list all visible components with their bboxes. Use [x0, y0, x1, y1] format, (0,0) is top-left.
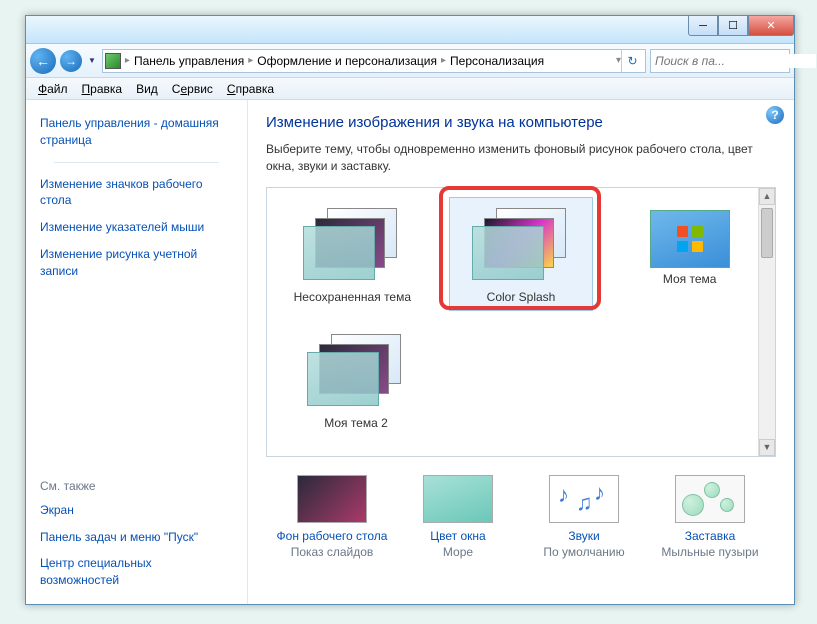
navigation-toolbar: ← → ▼ ▸ Панель управления ▸ Оформление и…: [26, 44, 794, 78]
scrollbar[interactable]: ▲ ▼: [758, 188, 775, 456]
desktop-background-thumb: [297, 475, 367, 523]
breadcrumb-item[interactable]: Панель управления: [130, 54, 248, 68]
link-label: Заставка: [652, 529, 768, 543]
theme-thumbnail: [650, 210, 730, 268]
titlebar[interactable]: ─ ☐ ✕: [26, 16, 794, 44]
theme-label: Несохраненная тема: [281, 286, 424, 310]
music-note-icon: ♫: [576, 490, 593, 516]
window-controls: ─ ☐ ✕: [688, 16, 794, 36]
theme-label: Моя тема 2: [281, 412, 431, 436]
link-value: По умолчанию: [526, 545, 642, 559]
theme-label: Color Splash: [450, 286, 593, 310]
link-value: Мыльные пузыри: [652, 545, 768, 559]
music-note-icon: ♪: [558, 482, 569, 508]
window-color-link[interactable]: Цвет окна Море: [400, 475, 516, 559]
theme-item-my-theme-2[interactable]: Моя тема 2: [281, 324, 431, 436]
screensaver-link[interactable]: Заставка Мыльные пузыри: [652, 475, 768, 559]
menu-edit[interactable]: Правка: [76, 80, 129, 98]
sidebar: Панель управления - домашняя страница Из…: [26, 100, 248, 604]
theme-label: Моя тема: [618, 268, 761, 292]
sidebar-link-taskbar[interactable]: Панель задач и меню "Пуск": [40, 524, 233, 551]
sidebar-link-desktop-icons[interactable]: Изменение значков рабочего стола: [40, 171, 233, 215]
minimize-button[interactable]: ─: [688, 16, 718, 36]
main-content: ? Изменение изображения и звука на компь…: [248, 100, 794, 604]
search-input[interactable]: [651, 54, 816, 68]
windows-logo-icon: [677, 226, 703, 252]
window-color-thumb: [423, 475, 493, 523]
link-value: Показ слайдов: [274, 545, 390, 559]
sidebar-link-mouse-pointers[interactable]: Изменение указателей мыши: [40, 214, 233, 241]
menu-file[interactable]: Файл: [32, 80, 74, 98]
personalization-window: ─ ☐ ✕ ← → ▼ ▸ Панель управления ▸ Оформл…: [25, 15, 795, 605]
scroll-thumb[interactable]: [761, 208, 773, 258]
sidebar-link-ease-of-access[interactable]: Центр специальных возможностей: [40, 550, 233, 594]
menu-tools[interactable]: Сервис: [166, 80, 219, 98]
theme-item-my-theme[interactable]: Моя тема: [618, 198, 761, 310]
menu-view[interactable]: Вид: [130, 80, 164, 98]
sidebar-link-display[interactable]: Экран: [40, 497, 233, 524]
menubar: Файл Правка Вид Сервис Справка: [26, 78, 794, 100]
maximize-button[interactable]: ☐: [718, 16, 748, 36]
control-panel-icon: [105, 53, 121, 69]
close-button[interactable]: ✕: [748, 16, 794, 36]
link-value: Море: [400, 545, 516, 559]
sounds-thumb: ♪ ♫ ♪: [549, 475, 619, 523]
theme-properties: Фон рабочего стола Показ слайдов Цвет ок…: [266, 457, 776, 559]
help-icon[interactable]: ?: [766, 106, 784, 124]
menu-help[interactable]: Справка: [221, 80, 280, 98]
music-note-icon: ♪: [594, 480, 605, 506]
sidebar-home-link[interactable]: Панель управления - домашняя страница: [40, 110, 233, 154]
breadcrumb-item[interactable]: Оформление и персонализация: [253, 54, 441, 68]
page-description: Выберите тему, чтобы одновременно измени…: [266, 141, 776, 175]
address-bar[interactable]: ▸ Панель управления ▸ Оформление и персо…: [102, 49, 646, 73]
link-label: Звуки: [526, 529, 642, 543]
forward-button[interactable]: →: [60, 50, 82, 72]
theme-thumbnail: [301, 330, 411, 408]
link-label: Цвет окна: [400, 529, 516, 543]
theme-thumbnail: [466, 204, 576, 282]
themes-list: Несохраненная тема Color Splash: [266, 187, 776, 457]
screensaver-thumb: [675, 475, 745, 523]
desktop-background-link[interactable]: Фон рабочего стола Показ слайдов: [274, 475, 390, 559]
see-also-heading: См. также: [40, 475, 233, 497]
scroll-up-button[interactable]: ▲: [759, 188, 775, 205]
history-dropdown[interactable]: ▼: [86, 54, 98, 67]
page-title: Изменение изображения и звука на компьют…: [266, 114, 776, 131]
breadcrumb-item[interactable]: Персонализация: [446, 54, 548, 68]
link-label: Фон рабочего стола: [274, 529, 390, 543]
search-box[interactable]: 🔍: [650, 49, 790, 73]
sounds-link[interactable]: ♪ ♫ ♪ Звуки По умолчанию: [526, 475, 642, 559]
window-body: Панель управления - домашняя страница Из…: [26, 100, 794, 604]
sidebar-link-account-picture[interactable]: Изменение рисунка учетной записи: [40, 241, 233, 285]
refresh-button[interactable]: ↻: [621, 50, 643, 72]
theme-item-color-splash[interactable]: Color Splash: [450, 198, 593, 310]
theme-item-unsaved[interactable]: Несохраненная тема: [281, 198, 424, 310]
separator: [54, 162, 219, 163]
back-button[interactable]: ←: [30, 48, 56, 74]
theme-thumbnail: [297, 204, 407, 282]
scroll-down-button[interactable]: ▼: [759, 439, 775, 456]
